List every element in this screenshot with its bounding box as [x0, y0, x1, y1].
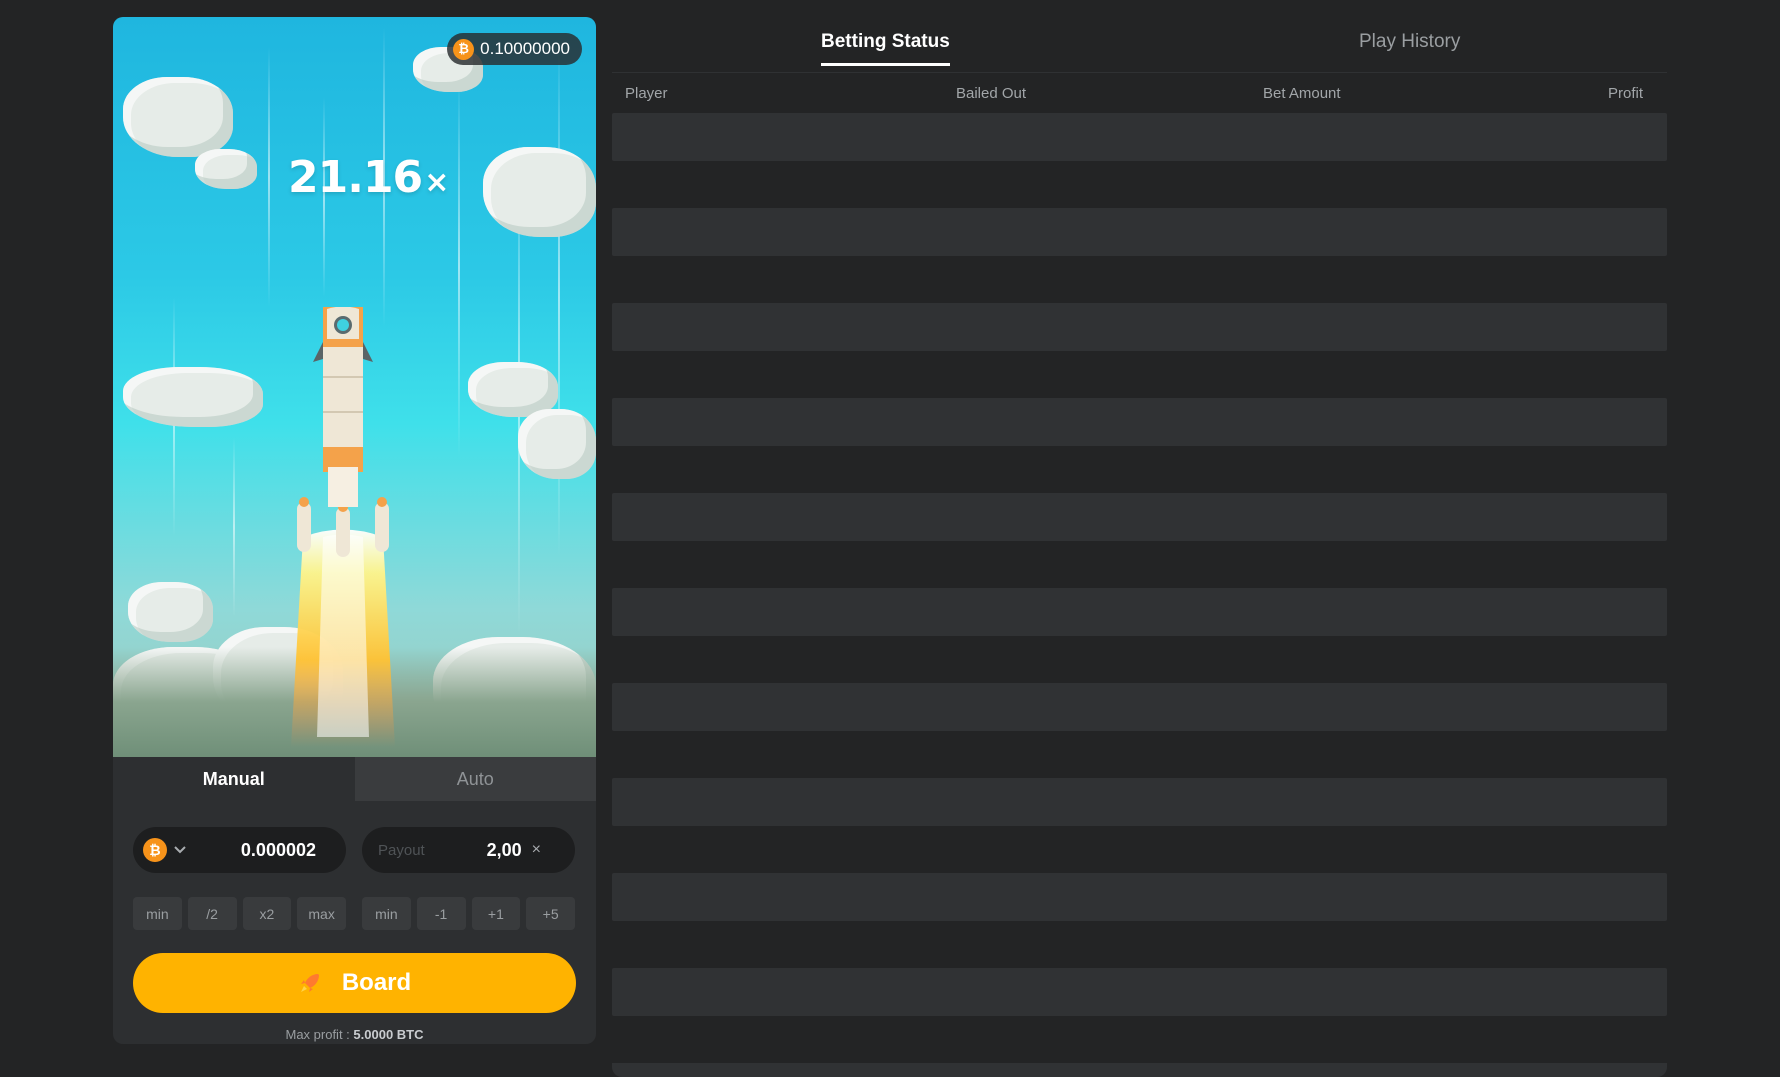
payout-plus-one-button[interactable]: +1	[471, 897, 521, 930]
max-profit-label: Max profit :	[285, 1027, 350, 1042]
board-button[interactable]: Board	[133, 953, 576, 1013]
column-bet-amount: Bet Amount	[1263, 85, 1341, 102]
quick-buttons: min /2 x2 max min -1 +1 +5	[133, 897, 576, 930]
payout-quick-buttons: min -1 +1 +5	[362, 897, 575, 930]
tab-betting-status[interactable]: Betting Status	[821, 31, 950, 66]
board-button-label: Board	[341, 969, 412, 996]
rocket-scene	[113, 17, 596, 757]
column-bailed-out: Bailed Out	[956, 85, 1027, 102]
table-row	[612, 588, 1667, 636]
cloud	[123, 77, 233, 157]
payout-multiplier-icon: ×	[531, 841, 541, 858]
table-footer	[612, 1063, 1667, 1077]
balance-display: ₿ 0.10000000	[447, 33, 582, 65]
payout-plus-five-button[interactable]: +5	[526, 897, 575, 930]
chevron-down-icon	[173, 842, 187, 858]
status-tabs: Betting Status Play History	[612, 17, 1667, 73]
tab-manual[interactable]: Manual	[113, 757, 355, 801]
table-row	[612, 873, 1667, 921]
payout-value[interactable]: 2,00	[452, 840, 532, 861]
table-row	[612, 778, 1667, 826]
table-row	[612, 493, 1667, 541]
max-profit-value: 5.0000 BTC	[353, 1027, 424, 1042]
bet-half-button[interactable]: /2	[187, 897, 237, 930]
cloud	[123, 367, 263, 427]
speed-streak	[458, 77, 460, 457]
cloud	[483, 147, 596, 237]
bets-table-body	[612, 113, 1667, 1077]
table-row	[612, 113, 1667, 161]
payout-label: Payout	[378, 841, 425, 859]
speed-streak	[558, 37, 560, 557]
multiplier-suffix: ×	[424, 165, 449, 200]
current-multiplier: 21.16×	[288, 152, 449, 203]
mode-tabs: Manual Auto	[113, 757, 596, 801]
rocket-icon	[300, 974, 319, 992]
bet-amount-value[interactable]: 0.000002	[203, 840, 334, 861]
table-row	[612, 208, 1667, 256]
bitcoin-icon: ₿	[453, 38, 475, 60]
multiplier-value: 21.16	[288, 152, 423, 203]
balance-value: 0.10000000	[480, 39, 570, 58]
game-panel: ₿ 0.10000000 21.16× Manual Auto ₿ 0.0000…	[113, 17, 596, 1044]
rocket-icon	[291, 307, 395, 747]
currency-select[interactable]: ₿	[143, 838, 203, 862]
bet-inputs: ₿ 0.000002 Payout 2,00 ×	[133, 827, 576, 873]
bet-max-button[interactable]: max	[297, 897, 346, 930]
table-row	[612, 398, 1667, 446]
column-profit: Profit	[1607, 85, 1643, 102]
table-header: Player Bailed Out Bet Amount Profit	[612, 73, 1667, 113]
bet-min-button[interactable]: min	[133, 897, 182, 930]
tab-auto[interactable]: Auto	[354, 757, 596, 801]
speed-streak	[268, 47, 270, 307]
payout-field[interactable]: Payout 2,00 ×	[362, 827, 575, 873]
bitcoin-icon: ₿	[143, 838, 167, 862]
bet-amount-field[interactable]: ₿ 0.000002	[133, 827, 346, 873]
cloud	[518, 409, 596, 479]
payout-min-button[interactable]: min	[362, 897, 411, 930]
column-player: Player	[625, 85, 668, 102]
bet-double-button[interactable]: x2	[242, 897, 292, 930]
tab-play-history[interactable]: Play History	[1359, 31, 1460, 53]
cloud	[195, 149, 257, 189]
bet-quick-buttons: min /2 x2 max	[133, 897, 346, 930]
max-profit: Max profit : 5.0000 BTC	[113, 1027, 596, 1042]
betting-panel: Betting Status Play History Player Baile…	[612, 17, 1667, 1077]
speed-streak	[233, 437, 235, 617]
table-row	[612, 303, 1667, 351]
payout-minus-one-button[interactable]: -1	[416, 897, 466, 930]
table-row	[612, 683, 1667, 731]
table-row	[612, 968, 1667, 1016]
cloud	[128, 582, 213, 642]
